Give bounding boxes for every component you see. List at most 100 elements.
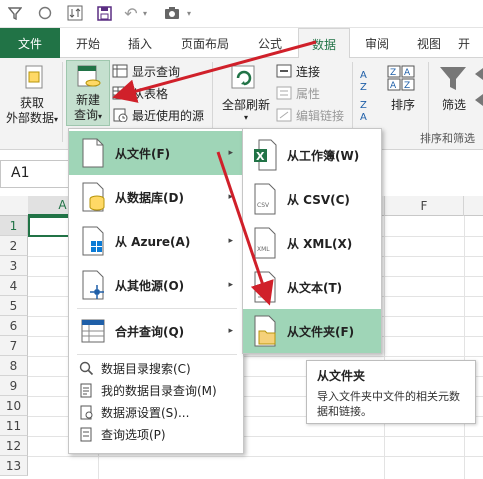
menu-item-from-xml[interactable]: XML 从 XML(X) bbox=[243, 221, 381, 265]
filter-clear-icons[interactable] bbox=[474, 64, 483, 124]
get-external-data-button[interactable]: 获取 外部数据▾ bbox=[4, 96, 60, 127]
menu-divider bbox=[77, 354, 237, 355]
new-query-button[interactable]: 新建 查询▾ bbox=[66, 60, 110, 126]
filter-button[interactable]: 筛选 bbox=[436, 96, 472, 113]
sort-button[interactable]: 排序 bbox=[386, 96, 420, 113]
menu-item-label: 合并查询(Q) bbox=[115, 324, 185, 339]
menu-item-from-other-sources[interactable]: 从其他源(O) ▸ bbox=[69, 263, 243, 307]
svg-text:A: A bbox=[404, 68, 411, 78]
menu-item-from-azure[interactable]: 从 Azure(A) ▸ bbox=[69, 219, 243, 263]
svg-text:Z: Z bbox=[390, 68, 396, 78]
menu-item-label: 从 CSV(C) bbox=[287, 192, 350, 207]
tab-view[interactable]: 视图 bbox=[406, 28, 452, 58]
row-header[interactable]: 11 bbox=[0, 416, 28, 436]
name-box[interactable]: A1 bbox=[0, 160, 70, 188]
svg-text:A: A bbox=[390, 81, 397, 91]
sort-icon[interactable] bbox=[64, 3, 86, 23]
menu-item-from-csv[interactable]: CSV 从 CSV(C) bbox=[243, 177, 381, 221]
menu-item-label: 从文件(F) bbox=[115, 146, 171, 161]
camera-icon[interactable] bbox=[162, 3, 182, 23]
connections-label: 连接 bbox=[296, 64, 321, 79]
properties-button[interactable]: 属性 bbox=[276, 84, 320, 102]
tab-review[interactable]: 审阅 bbox=[354, 28, 400, 58]
tab-file[interactable]: 文件 bbox=[0, 28, 60, 58]
row-header[interactable]: 12 bbox=[0, 436, 28, 456]
table-icon bbox=[112, 86, 128, 100]
get-external-data-label-2: 外部数据 bbox=[5, 111, 54, 125]
gridline bbox=[384, 216, 385, 479]
edit-links-label: 编辑链接 bbox=[296, 108, 345, 123]
combine-queries-icon bbox=[81, 319, 105, 343]
connections-icon bbox=[276, 64, 292, 78]
camera-dropdown-icon[interactable]: ▾ bbox=[184, 3, 194, 23]
svg-text:A: A bbox=[360, 112, 367, 123]
other-sources-icon bbox=[82, 270, 104, 300]
submenu-arrow-icon: ▸ bbox=[228, 280, 233, 290]
menu-item-from-text[interactable]: 从文本(T) bbox=[243, 265, 381, 309]
menu-item-data-source-settings[interactable]: 数据源设置(S)... bbox=[69, 401, 243, 423]
submenu-arrow-icon: ▸ bbox=[228, 236, 233, 246]
connections-button[interactable]: 连接 bbox=[276, 62, 320, 80]
menu-item-from-file[interactable]: 从文件(F) ▸ bbox=[69, 131, 243, 175]
menu-item-from-workbook[interactable]: X 从工作簿(W) bbox=[243, 133, 381, 177]
from-table-label: 从表格 bbox=[132, 86, 169, 101]
queries-icon bbox=[112, 64, 128, 78]
row-header[interactable]: 3 bbox=[0, 256, 28, 276]
refresh-all-icon[interactable] bbox=[226, 64, 266, 94]
tab-home[interactable]: 开始 bbox=[64, 28, 112, 58]
show-queries-button[interactable]: 显示查询 bbox=[112, 62, 180, 80]
column-header-f[interactable]: F bbox=[384, 196, 464, 216]
undo-icon[interactable]: ↶ bbox=[122, 3, 140, 23]
undo-dropdown-icon[interactable]: ▾ bbox=[140, 3, 150, 23]
filter-icon[interactable] bbox=[6, 3, 24, 23]
menu-item-from-database[interactable]: 从数据库(D) ▸ bbox=[69, 175, 243, 219]
properties-label: 属性 bbox=[296, 86, 321, 101]
filter-icon[interactable] bbox=[438, 64, 470, 94]
folder-icon bbox=[254, 315, 276, 347]
tab-developer[interactable]: 开 bbox=[458, 28, 483, 58]
catalog-queries-icon bbox=[80, 383, 92, 397]
row-header[interactable]: 8 bbox=[0, 356, 28, 376]
sort-az-icons[interactable]: AZZA bbox=[358, 64, 378, 124]
dropdown-arrow-icon: ▾ bbox=[54, 115, 59, 124]
submenu-arrow-icon: ▸ bbox=[228, 148, 233, 158]
row-header[interactable]: 2 bbox=[0, 236, 28, 256]
row-header[interactable]: 7 bbox=[0, 336, 28, 356]
circle-icon[interactable] bbox=[36, 3, 54, 23]
menu-item-label: 数据源设置(S)... bbox=[101, 405, 190, 420]
menu-item-label: 从数据库(D) bbox=[115, 190, 184, 205]
tab-data[interactable]: 数据 bbox=[298, 28, 350, 59]
tab-insert[interactable]: 插入 bbox=[116, 28, 164, 58]
tab-formulas[interactable]: 公式 bbox=[246, 28, 294, 58]
azure-icon bbox=[82, 226, 104, 256]
menu-item-label: 从 XML(X) bbox=[287, 236, 353, 251]
recent-sources-button[interactable]: 最近使用的源 bbox=[112, 106, 204, 124]
row-header[interactable]: 1 bbox=[0, 216, 28, 236]
edit-links-button[interactable]: 编辑链接 bbox=[276, 106, 344, 124]
sort-filter-group-label: 排序和筛选 bbox=[420, 132, 475, 145]
row-header[interactable]: 6 bbox=[0, 316, 28, 336]
row-header[interactable]: 5 bbox=[0, 296, 28, 316]
menu-item-my-data-catalog-queries[interactable]: 我的数据目录查询(M) bbox=[69, 379, 243, 401]
get-external-data-icon[interactable] bbox=[14, 64, 54, 94]
menu-item-label: 从其他源(O) bbox=[115, 278, 185, 293]
menu-item-from-folder[interactable]: 从文件夹(F) bbox=[243, 309, 381, 353]
row-header[interactable]: 4 bbox=[0, 276, 28, 296]
sort-icon[interactable]: ZAAZ bbox=[386, 64, 418, 94]
row-header[interactable]: 10 bbox=[0, 396, 28, 416]
save-icon[interactable] bbox=[94, 3, 114, 23]
text-file-icon bbox=[254, 271, 276, 303]
new-query-label-1: 新建 bbox=[75, 93, 100, 107]
new-query-menu: 从文件(F) ▸ 从数据库(D) ▸ 从 Azure(A) ▸ 从其他源(O) … bbox=[68, 128, 244, 454]
from-table-button[interactable]: 从表格 bbox=[112, 84, 168, 102]
submenu-arrow-icon: ▸ bbox=[228, 192, 233, 202]
row-header[interactable]: 13 bbox=[0, 456, 28, 476]
menu-item-data-catalog-search[interactable]: 数据目录搜索(C) bbox=[69, 357, 243, 379]
menu-item-combine-queries[interactable]: 合并查询(Q) ▸ bbox=[69, 309, 243, 353]
row-header[interactable]: 9 bbox=[0, 376, 28, 396]
refresh-all-button[interactable]: 全部刷新 ▾ bbox=[218, 96, 274, 123]
menu-item-query-options[interactable]: 查询选项(P) bbox=[69, 423, 243, 445]
tab-page-layout[interactable]: 页面布局 bbox=[170, 28, 240, 58]
dropdown-arrow-icon: ▾ bbox=[98, 112, 103, 121]
tooltip: 从文件夹 导入文件夹中文件的相关元数据和链接。 bbox=[306, 360, 476, 424]
